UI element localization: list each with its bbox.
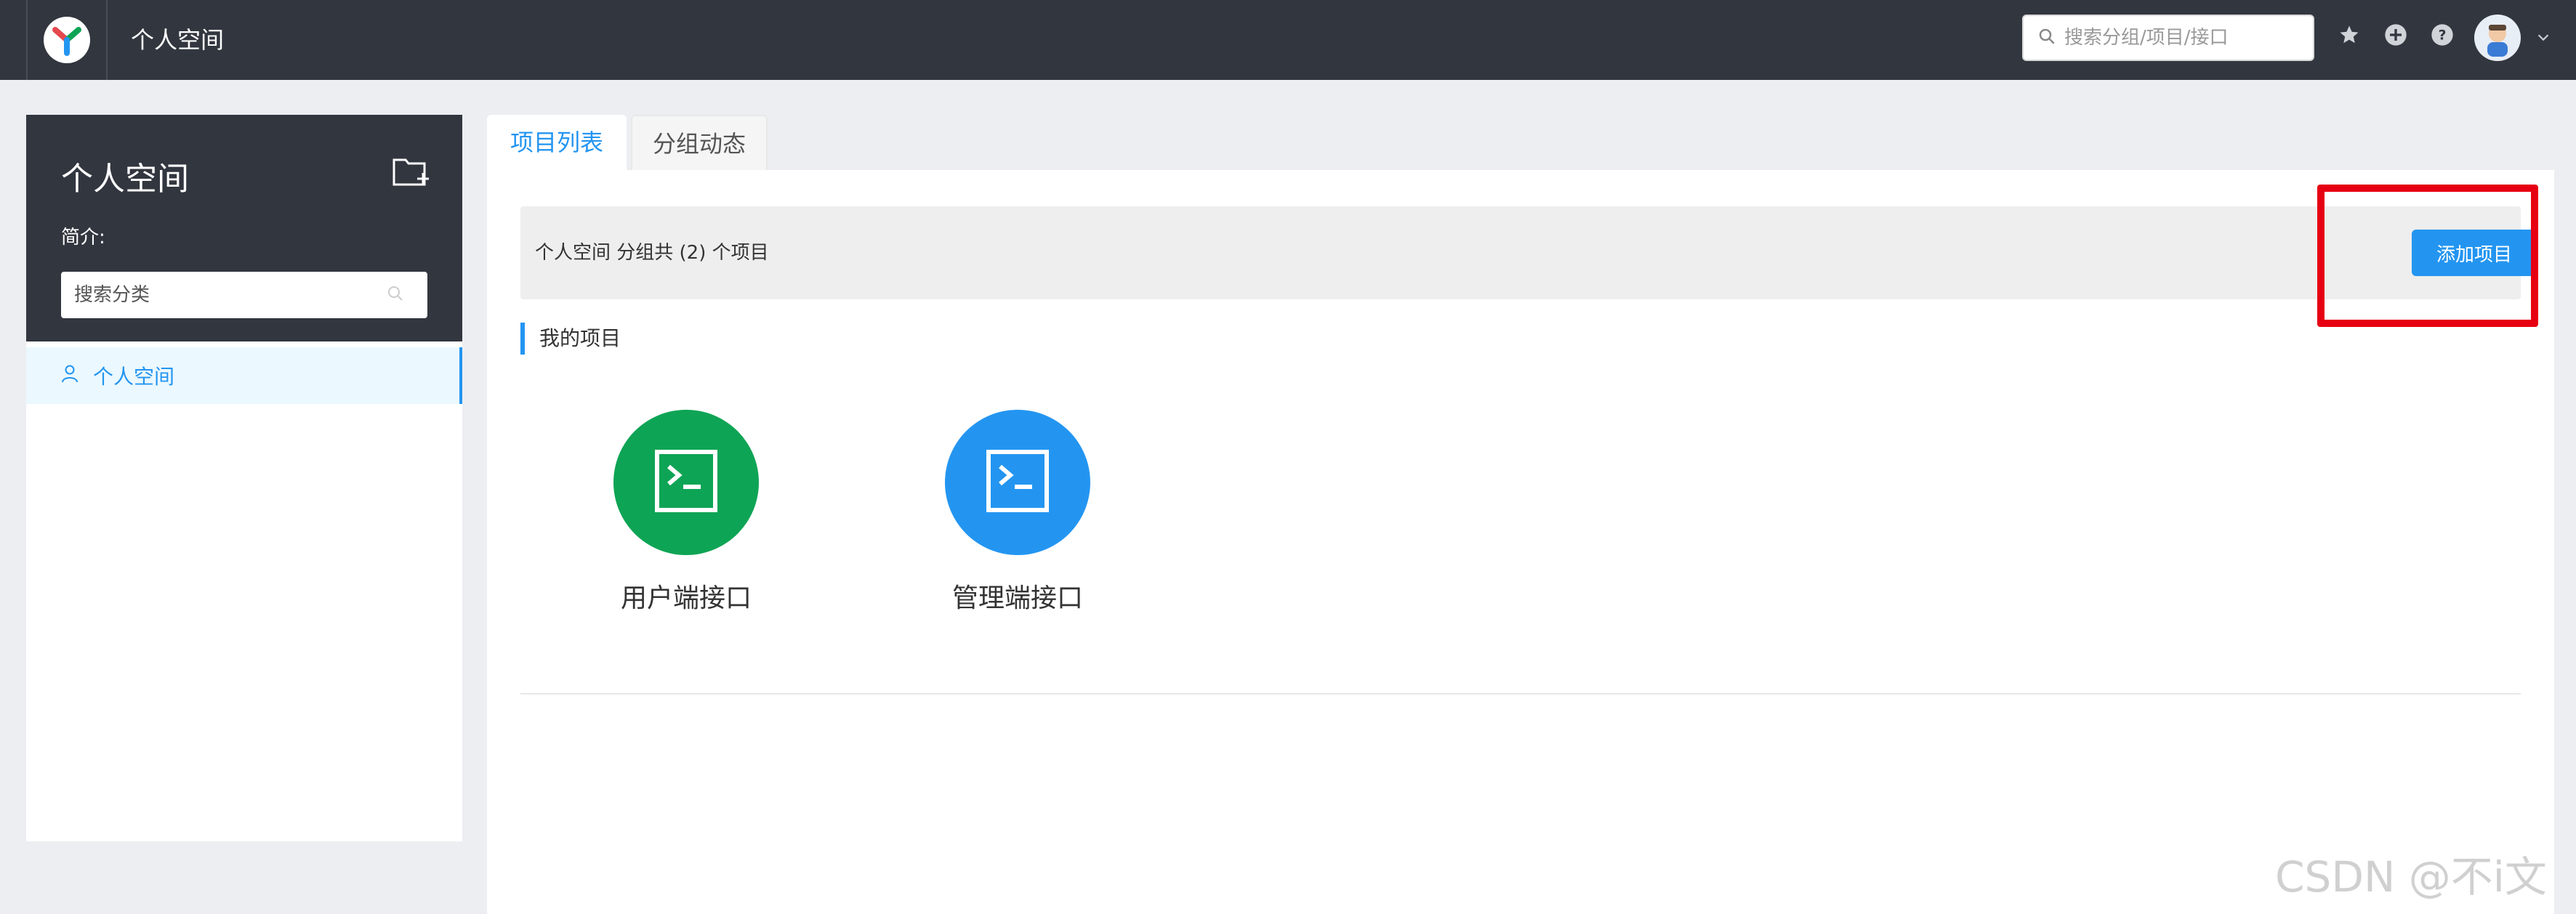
logo-container[interactable] bbox=[26, 0, 108, 80]
terminal-icon bbox=[986, 449, 1050, 516]
project-icon-circle bbox=[613, 410, 759, 555]
project-summary-bar: 个人空间 分组共 (2) 个项目 添加项目 bbox=[520, 206, 2537, 299]
project-card-admin-api[interactable]: 管理端接口 bbox=[909, 410, 1127, 615]
yapi-logo bbox=[44, 17, 90, 63]
sidebar-header: 个人空间 简介: bbox=[26, 115, 462, 341]
terminal-icon bbox=[654, 449, 718, 516]
sidebar-title: 个人空间 bbox=[61, 161, 189, 198]
category-search-input[interactable] bbox=[74, 284, 387, 306]
folder-add-icon[interactable] bbox=[393, 155, 430, 190]
global-search[interactable] bbox=[2022, 15, 2314, 61]
help-icon[interactable]: ? bbox=[2429, 22, 2455, 48]
main-panel: 个人空间 分组共 (2) 个项目 添加项目 我的项目 用户端接口 管理端接口 bbox=[487, 170, 2554, 914]
add-project-button[interactable]: 添加项目 bbox=[2412, 230, 2537, 276]
project-count-text: 个人空间 分组共 (2) 个项目 bbox=[535, 242, 769, 264]
group-sidebar: 个人空间 简介: 个人空间 bbox=[26, 115, 462, 841]
user-avatar[interactable] bbox=[2474, 15, 2521, 61]
svg-text:?: ? bbox=[2439, 28, 2447, 44]
project-name[interactable]: 管理端接口 bbox=[909, 577, 1127, 615]
user-icon bbox=[61, 364, 79, 388]
chevron-down-icon[interactable] bbox=[2535, 29, 2551, 48]
tab-project-list[interactable]: 项目列表 bbox=[487, 115, 627, 170]
header-title: 个人空间 bbox=[131, 26, 225, 54]
my-projects-title: 我的项目 bbox=[520, 323, 621, 355]
search-icon bbox=[387, 285, 404, 305]
plus-circle-icon[interactable] bbox=[2383, 22, 2409, 48]
project-name[interactable]: 用户端接口 bbox=[577, 577, 795, 615]
star-icon[interactable] bbox=[2336, 22, 2362, 48]
global-search-input[interactable] bbox=[2064, 27, 2297, 49]
content-divider bbox=[520, 693, 2521, 695]
search-icon bbox=[2038, 28, 2056, 48]
top-navbar: 个人空间 ? bbox=[0, 0, 2576, 80]
intro-label: 简介: bbox=[61, 227, 105, 248]
sidebar-item-personal-space[interactable]: 个人空间 bbox=[26, 347, 462, 404]
tab-group-activity[interactable]: 分组动态 bbox=[631, 115, 768, 170]
csdn-watermark: CSDN @不i文 bbox=[2275, 852, 2547, 902]
project-icon-circle bbox=[945, 410, 1090, 555]
project-card-user-api[interactable]: 用户端接口 bbox=[577, 410, 795, 615]
sidebar-item-label: 个人空间 bbox=[93, 365, 175, 389]
category-search[interactable] bbox=[61, 272, 427, 318]
